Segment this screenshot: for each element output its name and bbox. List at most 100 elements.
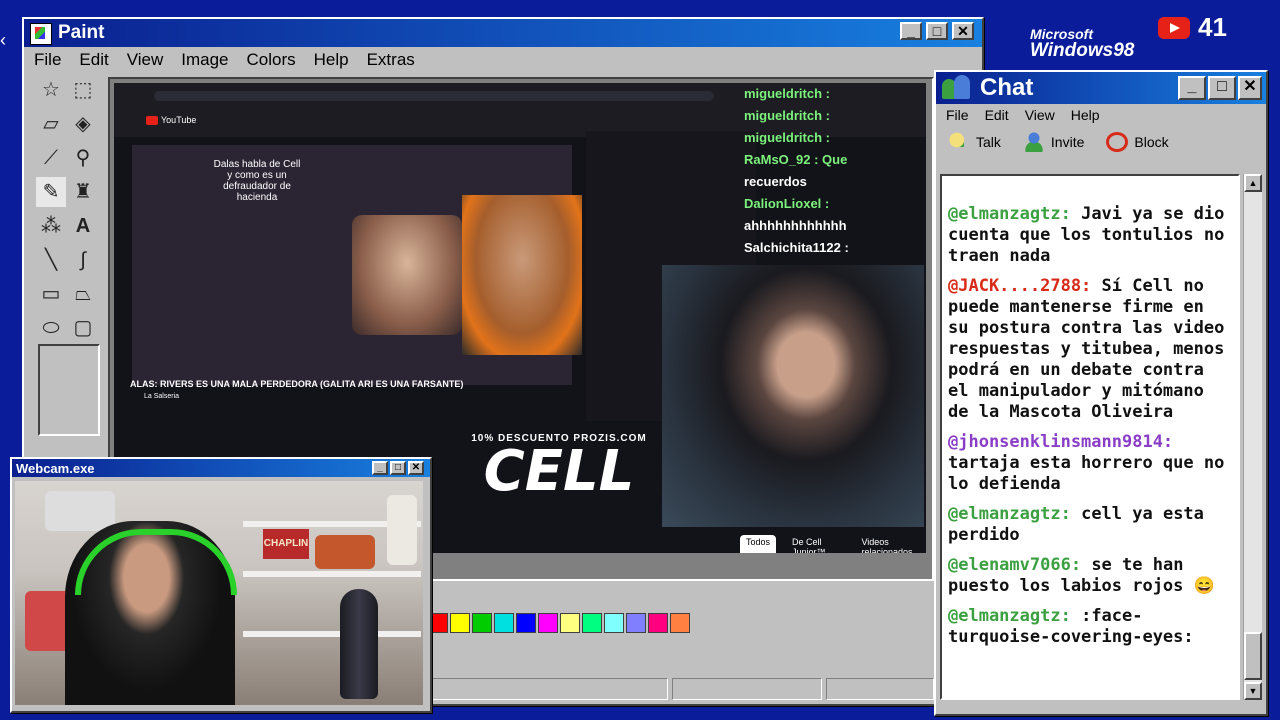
chat-people-icon	[942, 75, 972, 101]
invite-icon	[1022, 132, 1045, 152]
menu-file[interactable]: File	[34, 50, 61, 70]
inner-youtube-video: Dalas habla de Cell y como es un defraud…	[132, 145, 582, 385]
close-button[interactable]: ✕	[952, 22, 974, 40]
palette-swatch[interactable]	[648, 613, 668, 633]
chat-close-button[interactable]: ✕	[1238, 76, 1262, 100]
rect-select-icon[interactable]: ⬚	[68, 75, 98, 105]
chat-title: Chat	[980, 74, 1034, 101]
overlay-live-chat: migueldritch : migueldritch : migueldrit…	[744, 83, 926, 265]
chat-menubar: File Edit View Help	[936, 104, 1266, 126]
minimize-button[interactable]: _	[900, 22, 922, 40]
scroll-up-button[interactable]: ▲	[1244, 174, 1262, 192]
palette-swatch[interactable]	[560, 613, 580, 633]
menu-edit[interactable]: Edit	[79, 50, 108, 70]
block-label: Block	[1134, 134, 1169, 150]
webcam-minimize-button[interactable]: _	[372, 461, 388, 475]
webcam-titlebar[interactable]: Webcam.exe _ □ ✕	[12, 459, 430, 477]
chat-maximize-button[interactable]: □	[1208, 76, 1236, 100]
inner-channel: La Salseria	[144, 393, 180, 400]
dinosaur-toy	[315, 535, 375, 569]
maximize-button[interactable]: □	[926, 22, 948, 40]
ellipse-icon[interactable]: ⬭	[36, 313, 66, 343]
desktop: ‹ Microsoft Windows98 41 Paint _ □ ✕ Fil…	[0, 0, 1280, 720]
chat-message: @elmanzagtz: :face-turquoise-covering-ey…	[948, 606, 1234, 648]
viewer-counter: 41	[1158, 12, 1227, 43]
invite-button[interactable]: Invite	[1022, 132, 1084, 152]
menu-help[interactable]: Help	[314, 50, 349, 70]
chat-menu-edit[interactable]: Edit	[985, 107, 1009, 123]
talk-button[interactable]: Talk	[948, 132, 1001, 152]
tab-cell-junior[interactable]: De Cell Junior™	[786, 535, 845, 553]
brush-icon[interactable]: ♜	[68, 177, 98, 207]
chat-menu-help[interactable]: Help	[1071, 107, 1100, 123]
overlay-chat-user: migueldritch :	[744, 86, 830, 101]
block-button[interactable]: Block	[1106, 132, 1169, 152]
menu-extras[interactable]: Extras	[367, 50, 415, 70]
streamer-camera	[662, 265, 924, 527]
webcam-title: Webcam.exe	[16, 460, 95, 476]
paint-app-icon	[30, 23, 52, 45]
pencil-icon[interactable]: ✎	[36, 177, 66, 207]
chat-titlebar[interactable]: Chat _ □ ✕	[936, 72, 1266, 104]
talk-label: Talk	[976, 134, 1001, 150]
chat-username[interactable]: @elmanzagtz:	[948, 204, 1071, 224]
chat-username[interactable]: @elmanzagtz:	[948, 504, 1071, 524]
airbrush-icon[interactable]: ⁂	[36, 211, 66, 241]
inner-caption: Dalas habla de Cell y como es un defraud…	[213, 159, 301, 203]
chat-minimize-button[interactable]: _	[1178, 76, 1206, 100]
eraser-icon[interactable]: ▱	[36, 109, 66, 139]
chat-log[interactable]: @elmanzagtz: Javi ya se dio cuenta que l…	[940, 174, 1240, 700]
talk-icon	[948, 132, 970, 152]
palette-swatch[interactable]	[670, 613, 690, 633]
tab-todos[interactable]: Todos	[740, 535, 777, 553]
palette-swatch[interactable]	[516, 613, 536, 633]
webcam-close-button[interactable]: ✕	[408, 461, 424, 475]
chat-message: @elmanzagtz: cell ya esta perdido	[948, 504, 1234, 546]
rounded-rect-icon[interactable]: ▢	[68, 313, 98, 343]
magnifier-icon[interactable]: ⚲	[68, 143, 98, 173]
shelf	[243, 571, 421, 577]
scroll-down-button[interactable]: ▼	[1244, 682, 1262, 700]
overlay-chat-user: RaMsO_92 : Que	[744, 152, 848, 167]
palette-swatch[interactable]	[450, 613, 470, 633]
tab-related[interactable]: Videos relacionados	[855, 535, 926, 553]
palette-swatch[interactable]	[494, 613, 514, 633]
youtube-icon	[1158, 16, 1190, 39]
chat-message: @elmanzagtz: Javi ya se dio cuenta que l…	[948, 204, 1234, 267]
chat-scrollbar[interactable]: ▲ ▼	[1243, 174, 1262, 700]
chat-menu-file[interactable]: File	[946, 107, 969, 123]
chat-username[interactable]: @elmanzagtz:	[948, 606, 1071, 626]
menu-view[interactable]: View	[127, 50, 164, 70]
chat-username[interactable]: @JACK....2788:	[948, 276, 1091, 296]
chat-menu-view[interactable]: View	[1025, 107, 1055, 123]
overlay-chat-user: Salchichita1122 :	[744, 240, 849, 255]
browser-url-bar	[154, 91, 714, 101]
chat-username[interactable]: @jhonsenklinsmann9814:	[948, 432, 1173, 452]
curve-icon[interactable]: ∫	[68, 245, 98, 275]
free-select-icon[interactable]: ☆	[36, 75, 66, 105]
menu-colors[interactable]: Colors	[247, 50, 296, 70]
palette-swatch[interactable]	[538, 613, 558, 633]
chat-username[interactable]: @elenamv7066:	[948, 555, 1081, 575]
eyedropper-icon[interactable]: ⟋	[36, 143, 66, 173]
overlay-chat-user: DalionLioxel :	[744, 196, 830, 211]
rectangle-icon[interactable]: ▭	[36, 279, 66, 309]
palette-swatch[interactable]	[604, 613, 624, 633]
scroll-thumb[interactable]	[1244, 632, 1262, 680]
dalas-face	[352, 215, 462, 335]
chat-window: Chat _ □ ✕ File Edit View Help Talk Invi…	[934, 70, 1268, 716]
palette-swatch[interactable]	[626, 613, 646, 633]
paint-titlebar[interactable]: Paint _ □ ✕	[24, 19, 982, 47]
menu-image[interactable]: Image	[181, 50, 228, 70]
palette-swatch[interactable]	[582, 613, 602, 633]
tool-options[interactable]	[38, 344, 100, 436]
windows98-brand: Microsoft Windows98	[1030, 26, 1134, 62]
overlay-chat-user: migueldritch :	[744, 108, 830, 123]
webcam-window: Webcam.exe _ □ ✕ CHAPLIN	[10, 457, 432, 713]
fill-bucket-icon[interactable]: ◈	[68, 109, 98, 139]
polygon-icon[interactable]: ⏢	[68, 279, 98, 309]
webcam-maximize-button[interactable]: □	[390, 461, 406, 475]
text-icon[interactable]: A	[68, 211, 98, 241]
line-icon[interactable]: ╲	[36, 245, 66, 275]
palette-swatch[interactable]	[472, 613, 492, 633]
